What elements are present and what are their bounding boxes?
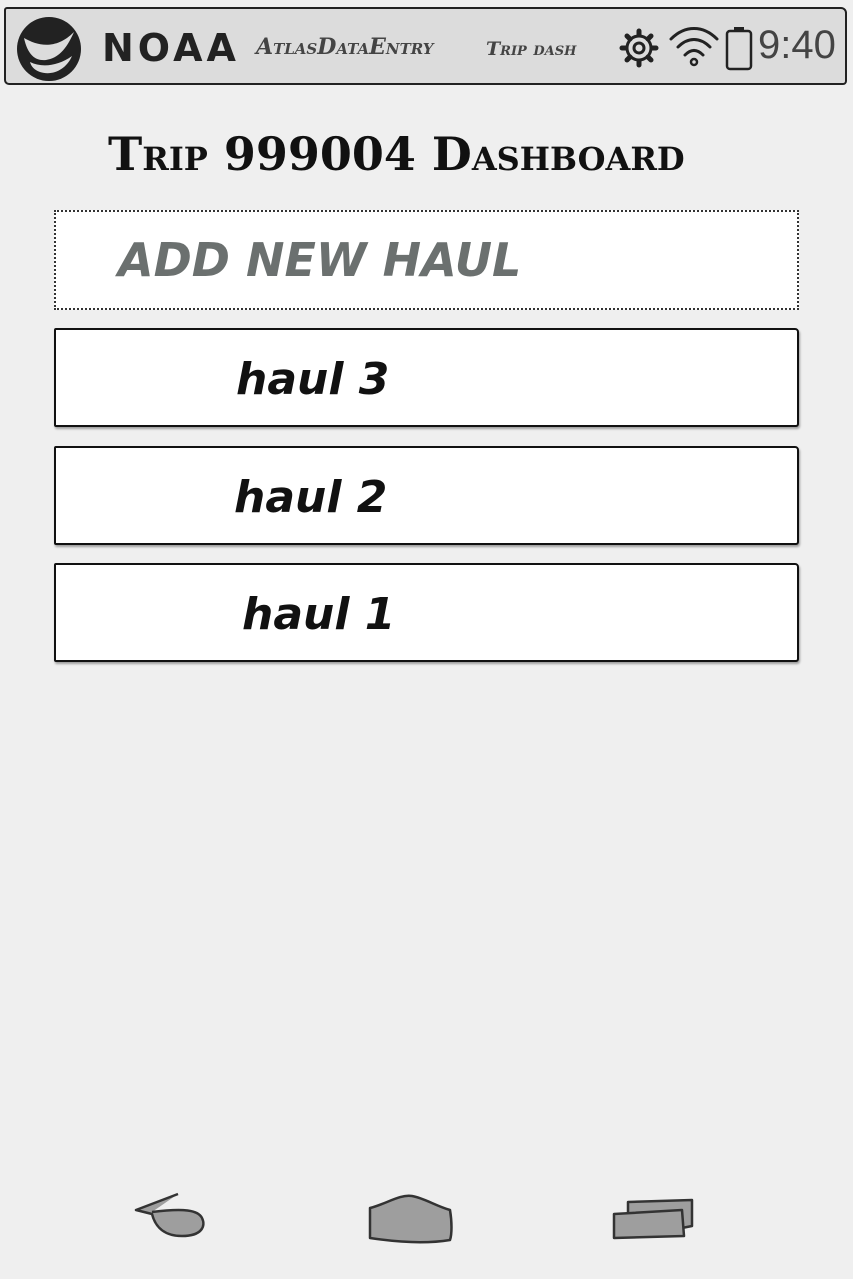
haul-3-button[interactable]: haul 3 [54,328,799,427]
add-new-haul-button[interactable]: ADD NEW HAUL [54,210,799,310]
home-button-icon[interactable] [366,1192,456,1246]
haul-label: haul 1 [242,589,396,640]
haul-2-button[interactable]: haul 2 [54,446,799,545]
status-bar: NOAA AtlasDataEntry Trip dash 9:40 [4,7,847,85]
haul-label: haul 3 [236,354,390,405]
screen-name: Trip dash [486,38,577,60]
back-button-icon[interactable] [130,1190,210,1242]
recents-button-icon[interactable] [610,1196,698,1242]
haul-1-button[interactable]: haul 1 [54,563,799,662]
add-new-haul-label: ADD NEW HAUL [118,233,522,287]
battery-icon [725,27,753,71]
settings-icon[interactable] [618,27,660,69]
app-name: AtlasDataEntry [256,34,434,60]
noaa-logo-icon [17,17,81,81]
brand-name: NOAA [102,26,240,70]
page-title: Trip 999004 Dashboard [108,127,685,181]
wifi-icon [669,27,719,67]
clock: 9:40 [758,23,836,67]
haul-label: haul 2 [234,472,388,523]
